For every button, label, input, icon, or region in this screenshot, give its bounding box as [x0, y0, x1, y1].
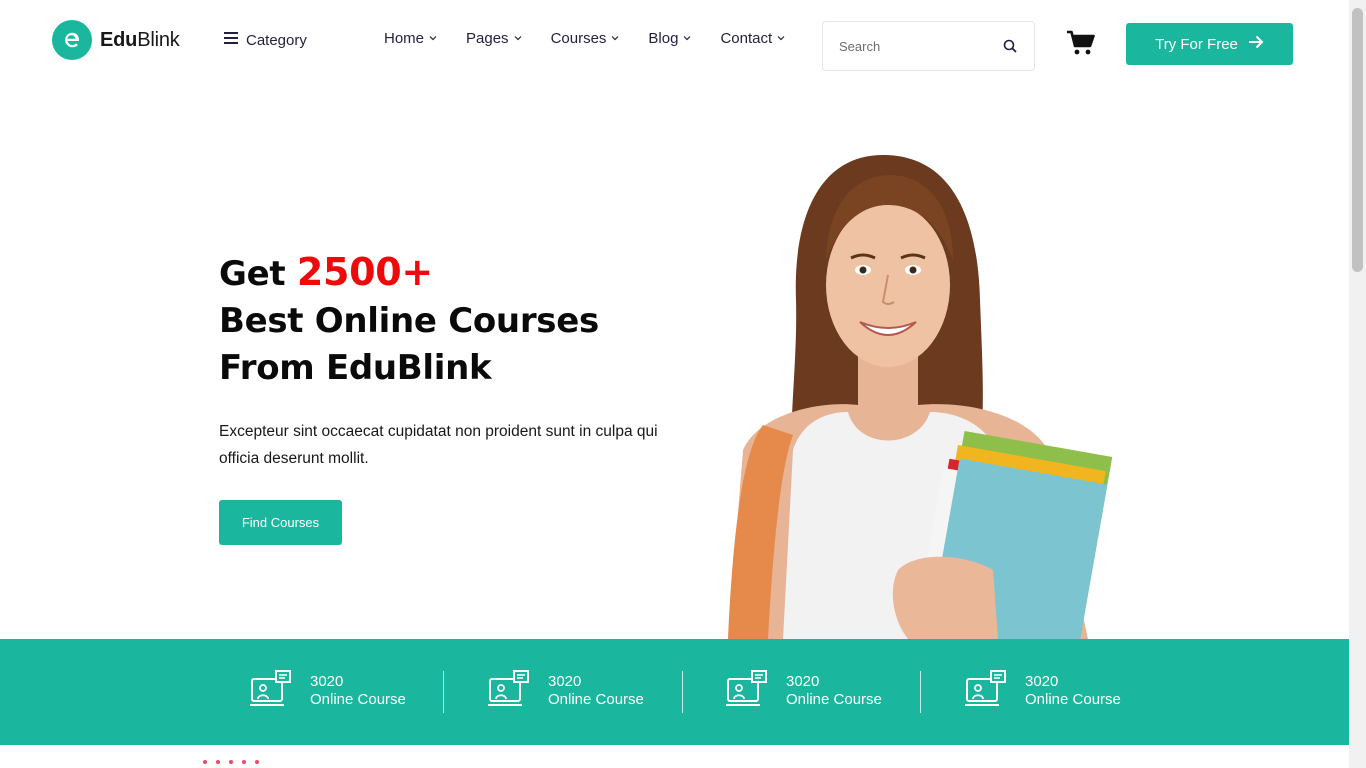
- stat-divider: [920, 671, 921, 713]
- stat-item: 3020 Online Course: [965, 669, 1121, 712]
- stats-band: 3020 Online Course 3020 Online Course 3020…: [0, 639, 1349, 745]
- site-logo[interactable]: EduBlink: [52, 20, 180, 60]
- category-menu-button[interactable]: Category: [224, 31, 307, 49]
- decorative-dots: [203, 760, 259, 764]
- cart-icon[interactable]: [1066, 30, 1096, 61]
- hero-title-line3: From EduBlink: [219, 348, 492, 388]
- dot: [216, 760, 220, 764]
- scrollbar-thumb[interactable]: [1352, 8, 1363, 272]
- stat-value: 3020: [786, 672, 820, 690]
- stat-value: 3020: [1025, 672, 1059, 690]
- stat-value: 3020: [548, 672, 582, 690]
- stat-item: 3020 Online Course: [726, 669, 882, 712]
- stat-label: Online Course: [1025, 690, 1121, 708]
- site-header: EduBlink Category Home Pages Courses Blo…: [0, 0, 1349, 88]
- nav-item-contact[interactable]: Contact: [720, 30, 786, 47]
- stat-item: 3020 Online Course: [250, 669, 406, 712]
- try-for-free-label: Try For Free: [1155, 35, 1238, 53]
- dot: [229, 760, 233, 764]
- category-label: Category: [246, 31, 307, 49]
- dot: [203, 760, 207, 764]
- nav-label: Contact: [720, 30, 773, 47]
- find-courses-button[interactable]: Find Courses: [219, 500, 342, 545]
- search-icon[interactable]: [988, 22, 1032, 70]
- search-input[interactable]: [823, 22, 988, 70]
- stat-divider: [443, 671, 444, 713]
- nav-label: Courses: [550, 30, 607, 47]
- dot: [255, 760, 259, 764]
- nav-label: Home: [384, 30, 425, 47]
- stat-label: Online Course: [786, 690, 882, 708]
- nav-label: Pages: [466, 30, 509, 47]
- stat-divider: [682, 671, 683, 713]
- main-nav: Home Pages Courses Blog Contact: [384, 30, 786, 47]
- search-box: [822, 21, 1035, 71]
- nav-item-pages[interactable]: Pages: [466, 30, 523, 47]
- logo-text: EduBlink: [100, 28, 180, 51]
- hero-title-accent: 2500+: [296, 250, 433, 294]
- nav-item-courses[interactable]: Courses: [551, 30, 621, 47]
- page-scrollbar[interactable]: [1349, 0, 1366, 768]
- online-course-icon: [488, 669, 530, 712]
- chevron-down-icon: [428, 30, 438, 47]
- stat-value: 3020: [310, 672, 344, 690]
- hamburger-icon: [224, 31, 238, 49]
- hero-student-image: [668, 150, 1118, 662]
- dot: [242, 760, 246, 764]
- logo-icon: [52, 20, 92, 60]
- chevron-down-icon: [682, 30, 692, 47]
- hero-title-line2: Best Online Courses: [219, 301, 599, 341]
- nav-item-home[interactable]: Home: [384, 30, 438, 47]
- arrow-right-icon: [1248, 35, 1264, 53]
- hero-title-prefix: Get: [219, 254, 297, 294]
- try-for-free-button[interactable]: Try For Free: [1126, 23, 1293, 65]
- online-course-icon: [250, 669, 292, 712]
- nav-label: Blog: [648, 30, 679, 47]
- nav-item-blog[interactable]: Blog: [648, 30, 692, 47]
- online-course-icon: [965, 669, 1007, 712]
- chevron-down-icon: [776, 30, 786, 47]
- stat-label: Online Course: [548, 690, 644, 708]
- chevron-down-icon: [610, 30, 620, 47]
- stat-item: 3020 Online Course: [488, 669, 644, 712]
- hero-description: Excepteur sint occaecat cupidatat non pr…: [219, 423, 658, 467]
- chevron-down-icon: [513, 30, 523, 47]
- stat-label: Online Course: [310, 690, 406, 708]
- hero-title: Get 2500+ Best Online Courses From EduBl…: [219, 249, 599, 392]
- online-course-icon: [726, 669, 768, 712]
